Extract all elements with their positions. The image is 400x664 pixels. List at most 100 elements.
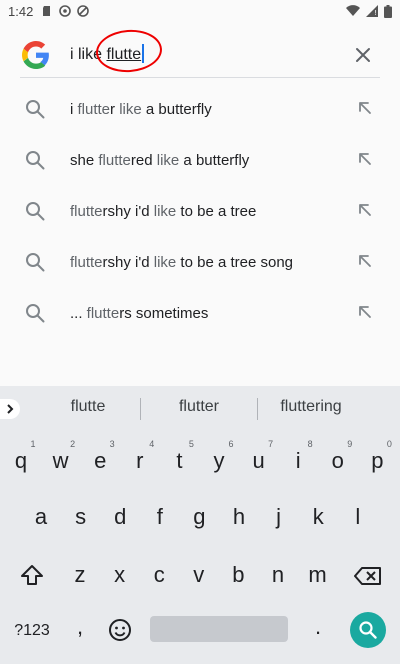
candidate-divider xyxy=(257,398,258,420)
status-bar: 1:42 ! xyxy=(0,0,400,22)
key-v[interactable]: v xyxy=(181,562,217,588)
search-input[interactable]: i like flutte xyxy=(70,44,144,64)
suggestion-item[interactable]: fluttershy i'd like to be a tree song xyxy=(0,237,400,288)
period-key[interactable]: . xyxy=(300,614,336,640)
key-r[interactable]: r xyxy=(122,448,158,474)
key-y[interactable]: y xyxy=(201,448,237,474)
shift-icon[interactable] xyxy=(20,564,44,586)
backspace-icon[interactable] xyxy=(354,566,382,586)
settings-icon xyxy=(59,5,72,17)
suggestion-list: i flutter like a butterfly she fluttered … xyxy=(0,84,400,339)
fill-query-arrow-icon[interactable] xyxy=(356,150,374,168)
key-hint: 8 xyxy=(307,439,313,449)
search-icon xyxy=(26,151,45,170)
fill-query-arrow-icon[interactable] xyxy=(356,99,374,117)
sd-card-icon xyxy=(43,6,51,16)
key-z[interactable]: z xyxy=(62,562,98,588)
suggestion-item[interactable]: fluttershy i'd like to be a tree xyxy=(0,186,400,237)
status-time: 1:42 xyxy=(8,3,34,19)
suggestion-text: fluttershy i'd like to be a tree xyxy=(70,203,256,220)
suggestion-completion-part: rshy i'd xyxy=(102,203,154,220)
suggestion-completion-part: r xyxy=(110,101,120,118)
key-t[interactable]: t xyxy=(161,448,197,474)
key-b[interactable]: b xyxy=(220,562,256,588)
key-u[interactable]: u xyxy=(241,448,277,474)
google-logo-icon xyxy=(22,40,49,69)
expand-toolbar-button[interactable] xyxy=(0,399,20,419)
search-icon xyxy=(26,253,45,272)
key-j[interactable]: j xyxy=(261,504,297,530)
search-action-button[interactable] xyxy=(350,612,386,648)
suggestion-completion-part: a butterfly xyxy=(141,101,212,118)
candidate-2[interactable]: flutter xyxy=(154,398,244,416)
comma-key[interactable]: , xyxy=(62,614,98,640)
key-a[interactable]: a xyxy=(23,504,59,530)
key-c[interactable]: c xyxy=(141,562,177,588)
fill-query-arrow-icon[interactable] xyxy=(356,201,374,219)
suggestion-completion-part: rs sometimes xyxy=(119,305,209,322)
key-l[interactable]: l xyxy=(340,504,376,530)
soft-keyboard: flutte flutter fluttering qwertyuiopasdf… xyxy=(0,386,400,664)
suggestion-typed-part: flutte xyxy=(77,101,111,118)
suggestion-text: she fluttered like a butterfly xyxy=(70,152,249,169)
suggestion-item[interactable]: i flutter like a butterfly xyxy=(0,84,400,135)
fill-query-arrow-icon[interactable] xyxy=(356,252,374,270)
search-icon xyxy=(26,100,45,119)
suggestion-item[interactable]: she fluttered like a butterfly xyxy=(0,135,400,186)
suggestion-text: fluttershy i'd like to be a tree song xyxy=(70,254,293,271)
key-i[interactable]: i xyxy=(280,448,316,474)
suggestion-completion-part: rshy i'd xyxy=(102,254,154,271)
key-f[interactable]: f xyxy=(142,504,178,530)
svg-text:!: ! xyxy=(374,9,377,17)
key-q[interactable]: q xyxy=(3,448,39,474)
key-hint: 3 xyxy=(109,439,115,449)
suggestion-typed-part: like xyxy=(153,203,177,220)
suggestion-typed-part: flutte xyxy=(70,203,103,220)
candidate-1[interactable]: flutte xyxy=(50,398,126,416)
key-g[interactable]: g xyxy=(181,504,217,530)
suggestion-typed-part: flutte xyxy=(86,305,120,322)
emoji-icon[interactable] xyxy=(108,618,132,642)
candidate-divider xyxy=(140,398,141,420)
key-x[interactable]: x xyxy=(102,562,138,588)
suggestion-typed-part: like xyxy=(156,152,180,169)
no-sync-icon xyxy=(77,5,90,17)
key-k[interactable]: k xyxy=(300,504,336,530)
fill-query-arrow-icon[interactable] xyxy=(356,303,374,321)
suggestion-typed-part: flutte xyxy=(98,152,131,169)
suggestion-text: i flutter like a butterfly xyxy=(70,101,212,118)
suggestion-completion-part: i xyxy=(70,101,78,118)
key-p[interactable]: p xyxy=(359,448,395,474)
battery-icon xyxy=(384,4,392,18)
spacebar[interactable] xyxy=(150,616,288,642)
key-hint: 7 xyxy=(268,439,274,449)
key-o[interactable]: o xyxy=(320,448,356,474)
text-cursor xyxy=(142,44,144,63)
clear-icon[interactable] xyxy=(350,42,376,68)
candidate-3[interactable]: fluttering xyxy=(266,398,356,416)
key-m[interactable]: m xyxy=(300,562,336,588)
suggestion-completion-part: a butterfly xyxy=(179,152,250,169)
chevron-right-icon xyxy=(7,404,14,414)
suggestion-text: ... flutters sometimes xyxy=(70,305,208,322)
suggestion-typed-part: like xyxy=(119,101,142,118)
suggestion-completion-part: to be a tree xyxy=(176,203,257,220)
suggestion-completion-part: she xyxy=(70,152,99,169)
key-d[interactable]: d xyxy=(102,504,138,530)
key-e[interactable]: e xyxy=(82,448,118,474)
suggestion-item[interactable]: ... flutters sometimes xyxy=(0,288,400,339)
key-w[interactable]: w xyxy=(43,448,79,474)
candidate-bar: flutte flutter fluttering xyxy=(0,386,400,432)
symbols-key[interactable]: ?123 xyxy=(10,622,54,640)
search-query-typed: flutte xyxy=(106,46,142,63)
key-hint: 5 xyxy=(188,439,194,449)
key-n[interactable]: n xyxy=(260,562,296,588)
key-h[interactable]: h xyxy=(221,504,257,530)
key-hint: 2 xyxy=(70,439,76,449)
key-s[interactable]: s xyxy=(63,504,99,530)
search-query-prefix: i like xyxy=(70,46,107,63)
suggestion-completion-part: red xyxy=(130,152,157,169)
search-bar[interactable]: i like flutte xyxy=(20,32,380,78)
wifi-icon xyxy=(346,5,360,17)
suggestion-typed-part: like xyxy=(153,254,177,271)
